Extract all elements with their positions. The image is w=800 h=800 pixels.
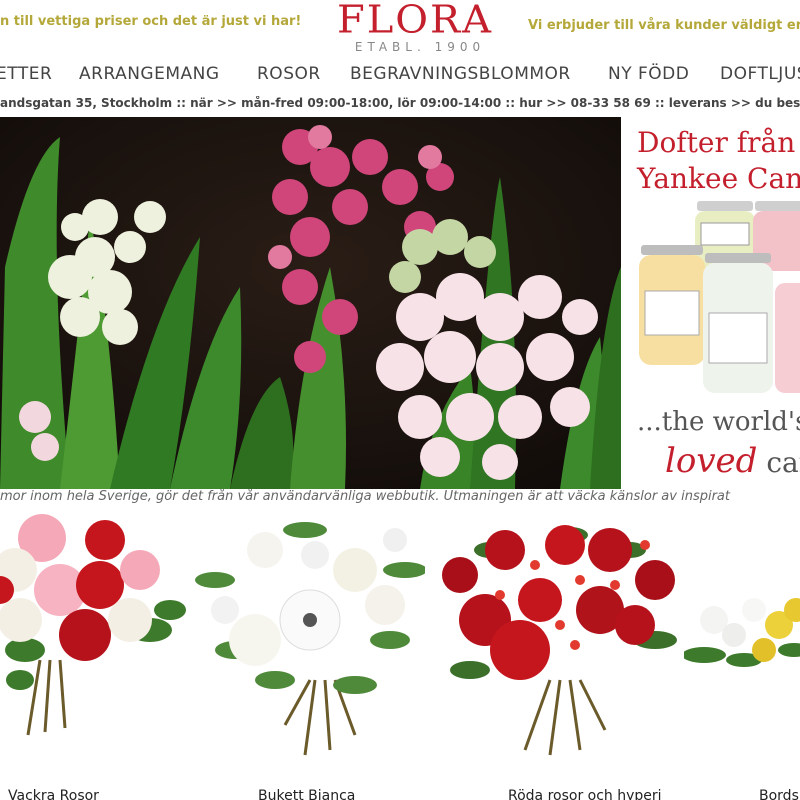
product-image — [684, 598, 800, 667]
site-logo[interactable]: FLORA ETABL. 1900 — [330, 0, 500, 56]
nav-item-begravningsblommor[interactable]: BEGRAVNINGSBLOMMOR — [350, 64, 571, 84]
product-image — [442, 525, 677, 756]
product-image — [0, 514, 186, 736]
product-card[interactable]: Bords — [684, 510, 800, 800]
ad-tagline-loved: loved car — [665, 441, 800, 481]
product-name[interactable]: Bukett Bianca — [258, 788, 355, 800]
product-name[interactable]: Vackra Rosor — [8, 788, 99, 800]
logo-name: FLORA — [336, 0, 494, 42]
nav-item-ny-fodd[interactable]: NY FÖDD — [608, 64, 689, 84]
logo-established: ETABL. 1900 — [354, 40, 486, 54]
nav-item-doftljus[interactable]: DOFTLJUS — [720, 64, 800, 84]
ad-headline: Dofter från Yankee Can — [637, 126, 800, 195]
product-card[interactable]: Röda rosor och hyperi — [440, 510, 677, 800]
product-name[interactable]: Bords — [759, 788, 799, 800]
product-name[interactable]: Röda rosor och hyperi — [508, 788, 662, 800]
product-image — [195, 522, 425, 756]
hero-banner[interactable] — [0, 117, 621, 489]
tagline-left: n till vettiga priser och det är just vi… — [0, 14, 302, 29]
nav-item-rosor[interactable]: ROSOR — [257, 64, 321, 84]
tagline-right: Vi erbjuder till våra kunder väldigt enk… — [528, 18, 800, 33]
hero-hyacinth-image — [0, 117, 621, 489]
yankee-candle-ad[interactable]: Dofter från Yankee Can ...the world's lov… — [621, 117, 800, 489]
main-nav: ETTER ARRANGEMANG ROSOR BEGRAVNINGSBLOMM… — [0, 60, 800, 88]
site-header: n till vettiga priser och det är just vi… — [0, 0, 800, 58]
ad-tagline: ...the world's — [637, 407, 800, 437]
product-card[interactable]: Bukett Bianca — [195, 510, 425, 800]
nav-item-etter[interactable]: ETTER — [0, 64, 52, 84]
intro-text: mor inom hela Sverige, gör det från vår … — [0, 489, 730, 504]
store-info-bar: andsgatan 35, Stockholm :: när >> mån-fr… — [0, 96, 800, 110]
yankee-candle-ad-image — [639, 201, 800, 393]
nav-item-arrangemang[interactable]: ARRANGEMANG — [79, 64, 220, 84]
